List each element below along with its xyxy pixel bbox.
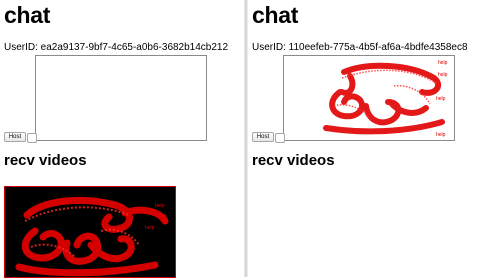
checkbox-icon[interactable] [275,133,285,143]
left-chat-pane: chat UserID: ea2a9137-9bf7-4c65-a0b6-368… [0,0,244,278]
video-label-3: help [145,225,155,231]
received-video: help help help [4,186,176,278]
canvas-scribble: help help help help [323,60,448,138]
checkbox-icon[interactable] [27,133,37,143]
canvas-label-2: help [438,72,448,78]
host-button[interactable]: Host [4,132,26,142]
video-label-1: help [155,203,165,209]
page-title: chat [4,2,51,28]
right-chat-pane: chat UserID: 110eefeb-775a-4b5f-af6a-4bd… [248,0,500,277]
canvas-label-4: help [436,132,446,138]
page-title: chat [252,2,299,28]
canvas-label-1: help [438,60,448,66]
video-scribble: help help help [15,196,169,277]
host-button[interactable]: Host [252,132,274,142]
recv-videos-heading: recv videos [4,152,87,169]
canvas-label-3: help [436,96,446,102]
drawing-canvas[interactable] [35,55,207,141]
user-id-label: UserID: ea2a9137-9bf7-4c65-a0b6-3682b14c… [4,42,229,53]
video-label-2: help [157,213,167,219]
drawing-canvas[interactable]: help help help help [283,55,455,141]
user-id-label: UserID: 110eefeb-775a-4b5f-af6a-4bdfe435… [252,42,468,53]
recv-videos-heading: recv videos [252,152,335,169]
